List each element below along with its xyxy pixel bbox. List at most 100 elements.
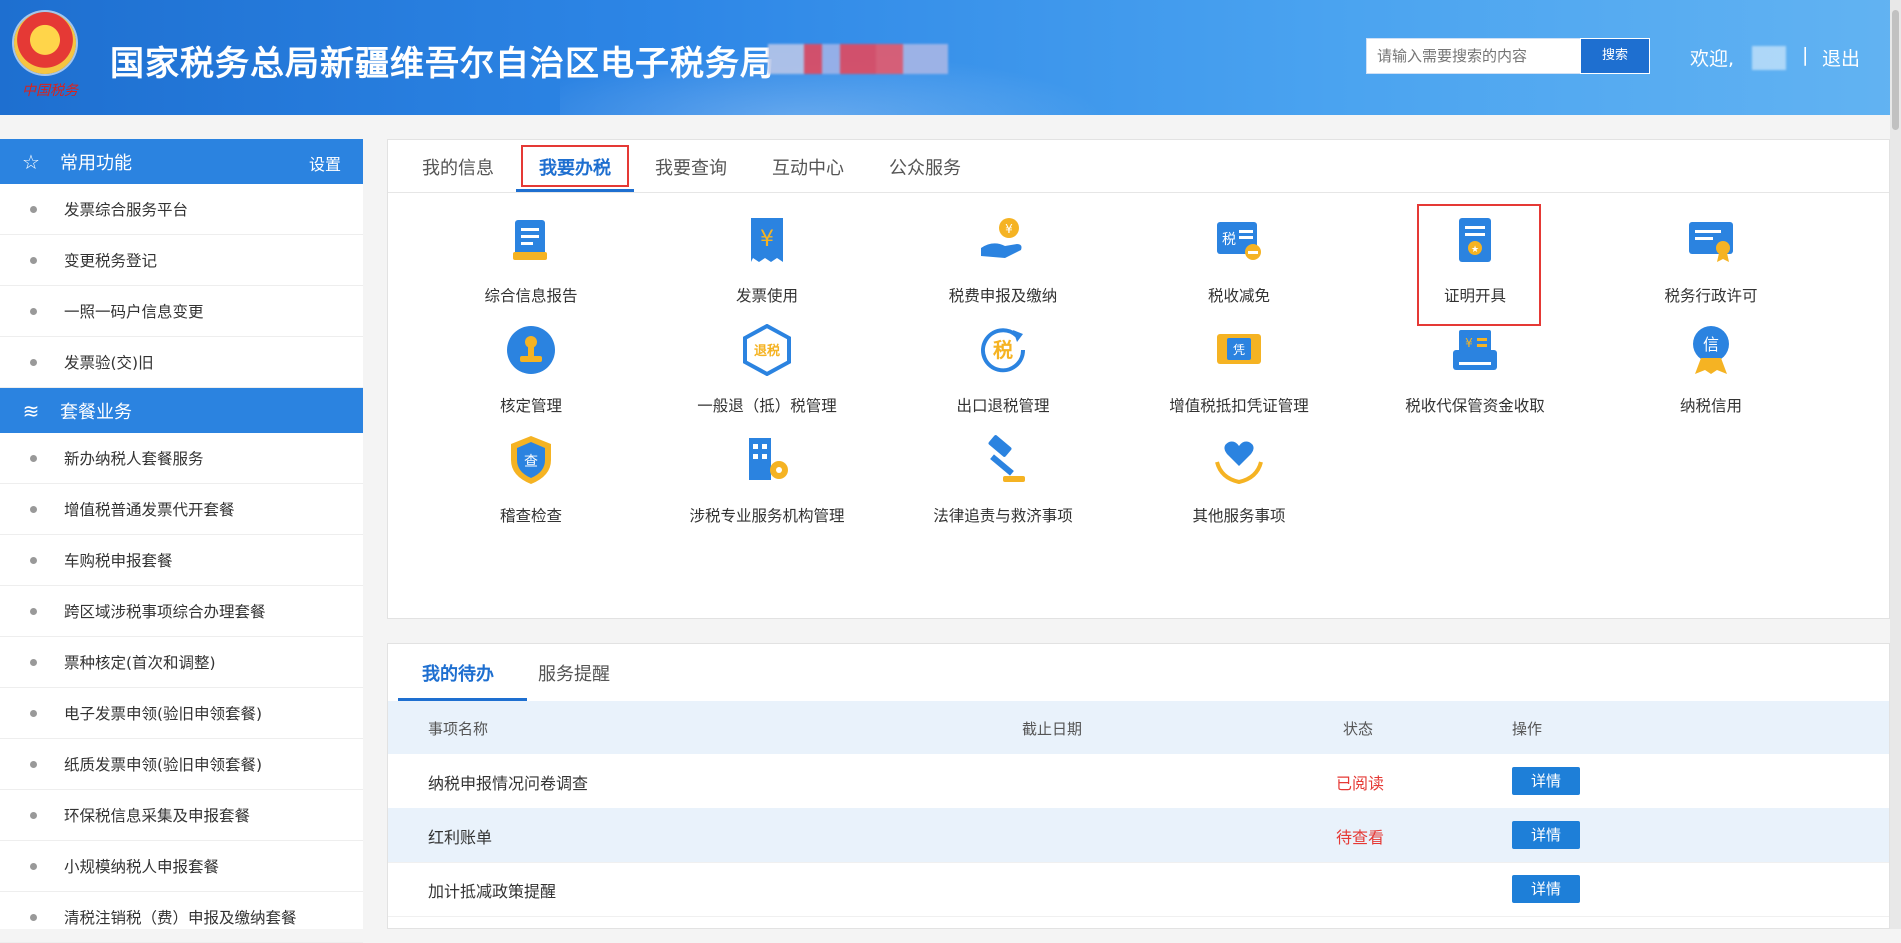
license-icon bbox=[1683, 212, 1739, 268]
detail-button[interactable]: 详情 bbox=[1512, 875, 1580, 903]
sidebar-item[interactable]: 新办纳税人套餐服务 bbox=[0, 433, 363, 484]
sidebar: ☆ 常用功能 设置 发票综合服务平台 变更税务登记 一照一码户信息变更 发票验(… bbox=[0, 139, 363, 943]
tab-public-service[interactable]: 公众服务 bbox=[889, 154, 961, 180]
service-item[interactable]: 综合信息报告 bbox=[431, 212, 631, 320]
bullet-icon bbox=[30, 556, 37, 564]
export-refund-icon: 税 bbox=[975, 322, 1031, 378]
scrollbar-thumb[interactable] bbox=[1892, 10, 1899, 130]
service-item[interactable]: 税 出口退税管理 bbox=[903, 322, 1103, 430]
sidebar-item-label: 票种核定(首次和调整) bbox=[64, 654, 216, 672]
sidebar-item[interactable]: 车购税申报套餐 bbox=[0, 535, 363, 586]
todo-table-header: 事项名称 截止日期 状态 操作 bbox=[388, 701, 1889, 754]
svg-text:¥: ¥ bbox=[760, 227, 774, 252]
service-item[interactable]: ¥ 发票使用 bbox=[667, 212, 867, 320]
sidebar-group-common[interactable]: ☆ 常用功能 设置 bbox=[0, 139, 363, 184]
service-item[interactable]: 核定管理 bbox=[431, 322, 631, 430]
service-label: 税务行政许可 bbox=[1664, 287, 1758, 305]
service-label: 纳税信用 bbox=[1679, 397, 1742, 415]
payment-icon: ¥ bbox=[975, 212, 1031, 268]
svg-text:税: 税 bbox=[993, 338, 1013, 362]
report-icon bbox=[503, 212, 559, 268]
service-highlight-box bbox=[1417, 204, 1541, 326]
logout-link[interactable]: 退出 bbox=[1822, 44, 1860, 71]
service-label: 综合信息报告 bbox=[484, 287, 578, 305]
bullet-icon bbox=[30, 913, 37, 921]
gavel-icon bbox=[975, 432, 1031, 488]
tab-service-reminder[interactable]: 服务提醒 bbox=[538, 660, 610, 686]
sidebar-item[interactable]: 变更税务登记 bbox=[0, 235, 363, 286]
sidebar-item[interactable]: 一照一码户信息变更 bbox=[0, 286, 363, 337]
emblem-caption: 中国税务 bbox=[22, 83, 78, 99]
sidebar-item[interactable]: 跨区域涉税事项综合办理套餐 bbox=[0, 586, 363, 637]
service-item[interactable]: 退税 一般退（抵）税管理 bbox=[667, 322, 867, 430]
settings-link[interactable]: 设置 bbox=[309, 151, 341, 175]
svg-text:信: 信 bbox=[1703, 335, 1719, 354]
tab-highlight-box bbox=[521, 145, 629, 187]
todo-panel: 我的待办 服务提醒 事项名称 截止日期 状态 操作 纳税申报情况问卷调查 已阅读… bbox=[387, 643, 1890, 929]
svg-text:凭: 凭 bbox=[1233, 342, 1245, 357]
sidebar-item[interactable]: 发票验(交)旧 bbox=[0, 337, 363, 388]
voucher-icon: 凭 bbox=[1211, 322, 1267, 378]
tab-interaction[interactable]: 互动中心 bbox=[772, 154, 844, 180]
sidebar-group-package[interactable]: ≋ 套餐业务 bbox=[0, 388, 363, 433]
sidebar-group-title: 套餐业务 bbox=[60, 401, 132, 423]
main-tabs: 我的信息 我要办税 我要查询 互动中心 公众服务 bbox=[388, 140, 1889, 193]
detail-button[interactable]: 详情 bbox=[1512, 821, 1580, 849]
tab-my-info[interactable]: 我的信息 bbox=[422, 154, 494, 180]
heart-hand-icon bbox=[1211, 432, 1267, 488]
redacted-text bbox=[768, 44, 948, 74]
fund-icon: ¥ bbox=[1447, 322, 1503, 378]
header: 中国税务 国家税务总局新疆维吾尔自治区电子税务局 搜索 欢迎, | 退出 bbox=[0, 0, 1901, 115]
sidebar-item[interactable]: 电子发票申领(验旧申领套餐) bbox=[0, 688, 363, 739]
sidebar-item-label: 新办纳税人套餐服务 bbox=[64, 450, 204, 468]
service-label: 涉税专业服务机构管理 bbox=[689, 507, 845, 525]
service-label: 税收减免 bbox=[1207, 287, 1270, 305]
page-scrollbar[interactable] bbox=[1890, 0, 1901, 929]
todo-name: 红利账单 bbox=[428, 828, 493, 847]
service-panel: 我的信息 我要办税 我要查询 互动中心 公众服务 综合信息报告 ¥ 发票使用 ¥… bbox=[387, 139, 1890, 619]
sidebar-item[interactable]: 小规模纳税人申报套餐 bbox=[0, 841, 363, 892]
tab-my-todo[interactable]: 我的待办 bbox=[422, 660, 494, 686]
service-item[interactable]: 税 税收减免 bbox=[1139, 212, 1339, 320]
sidebar-item[interactable]: 纸质发票申领(验旧申领套餐) bbox=[0, 739, 363, 790]
todo-status: 已阅读 bbox=[1336, 774, 1385, 793]
sidebar-item-label: 纸质发票申领(验旧申领套餐) bbox=[64, 756, 263, 774]
service-item[interactable]: 涉税专业服务机构管理 bbox=[667, 432, 867, 540]
service-item[interactable]: 其他服务事项 bbox=[1139, 432, 1339, 540]
sidebar-item-label: 跨区域涉税事项综合办理套餐 bbox=[64, 603, 266, 621]
sidebar-item[interactable]: 发票综合服务平台 bbox=[0, 184, 363, 235]
service-item[interactable]: ¥ 税收代保管资金收取 bbox=[1375, 322, 1575, 430]
sidebar-item-label: 一照一码户信息变更 bbox=[64, 303, 204, 321]
redacted-username bbox=[1752, 46, 1786, 70]
sidebar-item[interactable]: 增值税普通发票代开套餐 bbox=[0, 484, 363, 535]
star-icon: ☆ bbox=[22, 149, 40, 174]
tab-query[interactable]: 我要查询 bbox=[655, 154, 727, 180]
bullet-icon bbox=[30, 607, 37, 615]
service-label: 其他服务事项 bbox=[1192, 507, 1286, 525]
service-item[interactable]: 税务行政许可 bbox=[1611, 212, 1811, 320]
service-label: 税收代保管资金收取 bbox=[1405, 397, 1545, 415]
svg-text:退税: 退税 bbox=[754, 343, 780, 359]
sidebar-item[interactable]: 票种核定(首次和调整) bbox=[0, 637, 363, 688]
service-item[interactable]: 信 纳税信用 bbox=[1611, 322, 1811, 430]
sidebar-item[interactable]: 清税注销税（费）申报及缴纳套餐 bbox=[0, 892, 363, 943]
service-item[interactable]: 查 稽查检查 bbox=[431, 432, 631, 540]
search-button[interactable]: 搜索 bbox=[1580, 38, 1650, 74]
service-label: 税费申报及缴纳 bbox=[948, 287, 1058, 305]
sidebar-item-label: 环保税信息采集及申报套餐 bbox=[64, 807, 251, 825]
service-label: 增值税抵扣凭证管理 bbox=[1169, 397, 1309, 415]
service-label: 法律追责与救济事项 bbox=[933, 507, 1073, 525]
bullet-icon bbox=[30, 256, 37, 264]
sidebar-item-label: 发票综合服务平台 bbox=[64, 201, 189, 219]
sidebar-item-label: 小规模纳税人申报套餐 bbox=[64, 858, 220, 876]
service-item[interactable]: 法律追责与救济事项 bbox=[903, 432, 1103, 540]
detail-button[interactable]: 详情 bbox=[1512, 767, 1580, 795]
todo-status: 待查看 bbox=[1336, 828, 1385, 847]
bullet-icon bbox=[30, 205, 37, 213]
agency-icon bbox=[739, 432, 795, 488]
sidebar-item[interactable]: 环保税信息采集及申报套餐 bbox=[0, 790, 363, 841]
sidebar-item-label: 发票验(交)旧 bbox=[64, 354, 154, 372]
service-item[interactable]: ¥ 税费申报及缴纳 bbox=[903, 212, 1103, 320]
service-item[interactable]: 凭 增值税抵扣凭证管理 bbox=[1139, 322, 1339, 430]
layers-icon: ≋ bbox=[22, 398, 40, 423]
